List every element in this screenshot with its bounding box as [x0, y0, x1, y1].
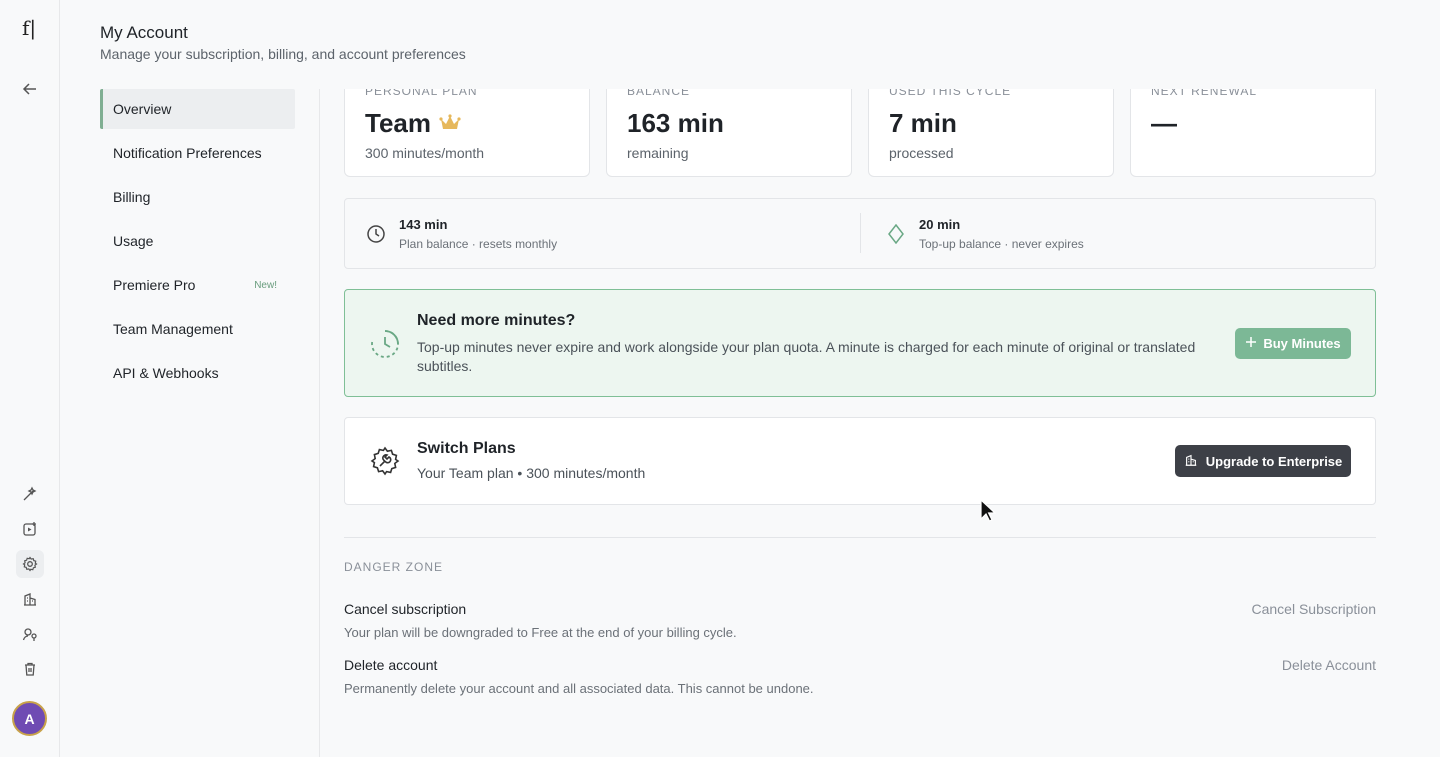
stat-value: 7 min [889, 108, 957, 138]
clock-icon [365, 223, 387, 245]
plan-balance-sub: Plan balance · resets monthly [399, 236, 558, 251]
balance-divider [860, 213, 861, 253]
cancel-subscription-title: Cancel subscription [344, 601, 467, 617]
stat-value: Team [365, 108, 431, 138]
topup-balance-value: 20 min [919, 216, 961, 232]
subnav-item-label: API & Webhooks [113, 365, 219, 381]
vertical-divider [319, 89, 320, 757]
buy-minutes-label: Buy Minutes [1263, 336, 1341, 351]
stat-sub: 300 minutes/month [365, 145, 485, 161]
subnav-item-label: Team Management [113, 321, 233, 337]
delete-account-description: Permanently delete your account and all … [344, 681, 814, 696]
balance-breakdown: 143 min Plan balance · resets monthly 20… [344, 198, 1376, 269]
building-icon [1184, 453, 1198, 470]
stat-card-plan: PERSONAL PLAN Team 300 minutes/month [344, 89, 590, 177]
topup-balance: 20 min Top-up balance · never expires [885, 199, 1084, 268]
subnav-item-api-webhooks[interactable]: API & Webhooks [100, 353, 295, 393]
plus-icon [1245, 336, 1257, 351]
cancel-subscription-row: Cancel subscription Your plan will be do… [344, 601, 1376, 640]
stat-label: NEXT RENEWAL [1151, 89, 1258, 98]
stat-label: BALANCE [627, 89, 691, 98]
stat-sub: processed [889, 145, 954, 161]
buy-minutes-callout: Need more minutes? Top-up minutes never … [344, 289, 1376, 397]
new-badge: New! [254, 279, 277, 291]
page-title: My Account [100, 23, 188, 42]
subnav-item-premiere-pro[interactable]: Premiere Pro New! [100, 265, 295, 305]
subnav-item-overview[interactable]: Overview [100, 89, 295, 129]
user-key-icon[interactable] [16, 620, 44, 648]
subnav-item-label: Billing [113, 189, 151, 205]
subnav-item-label: Usage [113, 233, 154, 249]
stat-sub: remaining [627, 145, 689, 161]
subnav-item-team-management[interactable]: Team Management [100, 309, 295, 349]
cancel-subscription-description: Your plan will be downgraded to Free at … [344, 625, 737, 640]
stat-card-used: USED THIS CYCLE 7 min processed [868, 89, 1114, 177]
icon-rail: f| A [0, 0, 60, 757]
video-add-icon[interactable] [16, 515, 44, 543]
switch-plans-card: Switch Plans Your Team plan • 300 minute… [344, 417, 1376, 505]
gear-wrench-icon [369, 445, 401, 482]
plan-balance: 143 min Plan balance · resets monthly [365, 199, 557, 268]
stat-card-renewal: NEXT RENEWAL — [1130, 89, 1376, 177]
mouse-cursor-icon [980, 498, 997, 528]
stat-value-row: Team [365, 108, 569, 139]
main-content: PERSONAL PLAN Team 300 minutes/month BAL… [344, 89, 1376, 757]
building-icon[interactable] [16, 585, 44, 613]
account-subnav: Overview Notification Preferences Billin… [100, 89, 295, 397]
danger-zone-title: DANGER ZONE [344, 560, 444, 574]
magic-wand-icon[interactable] [16, 480, 44, 508]
diamond-icon [885, 223, 907, 245]
switch-plans-title: Switch Plans [417, 440, 516, 457]
stat-card-balance: BALANCE 163 min remaining [606, 89, 852, 177]
upgrade-enterprise-button[interactable]: Upgrade to Enterprise [1175, 445, 1351, 477]
crown-icon [439, 108, 461, 139]
settings-gear-icon[interactable] [16, 550, 44, 578]
trash-icon[interactable] [16, 655, 44, 683]
promo-description: Top-up minutes never expire and work alo… [417, 339, 1196, 374]
app-logo[interactable]: f| [22, 16, 36, 40]
section-divider [344, 537, 1376, 538]
back-arrow-icon[interactable] [16, 75, 44, 103]
buy-minutes-button[interactable]: Buy Minutes [1235, 328, 1351, 359]
subnav-item-label: Overview [113, 101, 172, 117]
stat-value: — [1151, 108, 1177, 138]
topup-balance-sub: Top-up balance · never expires [919, 236, 1084, 251]
delete-account-button[interactable]: Delete Account [1282, 657, 1376, 673]
plan-balance-value: 143 min [399, 216, 448, 232]
stat-label: USED THIS CYCLE [889, 89, 1012, 98]
cancel-subscription-button[interactable]: Cancel Subscription [1251, 601, 1376, 617]
delete-account-title: Delete account [344, 657, 438, 673]
subnav-item-billing[interactable]: Billing [100, 177, 295, 217]
stat-label: PERSONAL PLAN [365, 89, 478, 98]
stat-value: 163 min [627, 108, 724, 138]
subnav-item-label: Notification Preferences [113, 145, 262, 161]
subnav-item-label: Premiere Pro [113, 277, 196, 293]
clock-refill-icon [369, 328, 401, 365]
promo-title: Need more minutes? [417, 312, 576, 329]
delete-account-row: Delete account Permanently delete your a… [344, 657, 1376, 696]
subnav-item-notification-preferences[interactable]: Notification Preferences [100, 133, 295, 173]
upgrade-enterprise-label: Upgrade to Enterprise [1205, 453, 1343, 469]
page-subtitle: Manage your subscription, billing, and a… [100, 46, 466, 62]
switch-plans-description: Your Team plan • 300 minutes/month [417, 465, 646, 481]
user-avatar[interactable]: A [12, 701, 47, 736]
subnav-item-usage[interactable]: Usage [100, 221, 295, 261]
